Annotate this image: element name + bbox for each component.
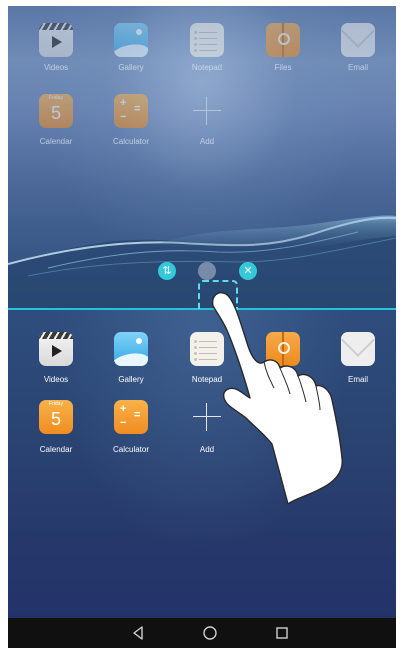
recents-icon[interactable] — [272, 623, 292, 643]
back-icon[interactable] — [128, 623, 148, 643]
home-icon[interactable] — [200, 623, 220, 643]
pointing-hand-icon — [211, 292, 343, 505]
split-screen: Videos Gallery Notepad Files Email Frida… — [8, 6, 396, 618]
phone-device: Videos Gallery Notepad Files Email Frida… — [0, 0, 403, 648]
navigation-bar — [8, 618, 396, 648]
